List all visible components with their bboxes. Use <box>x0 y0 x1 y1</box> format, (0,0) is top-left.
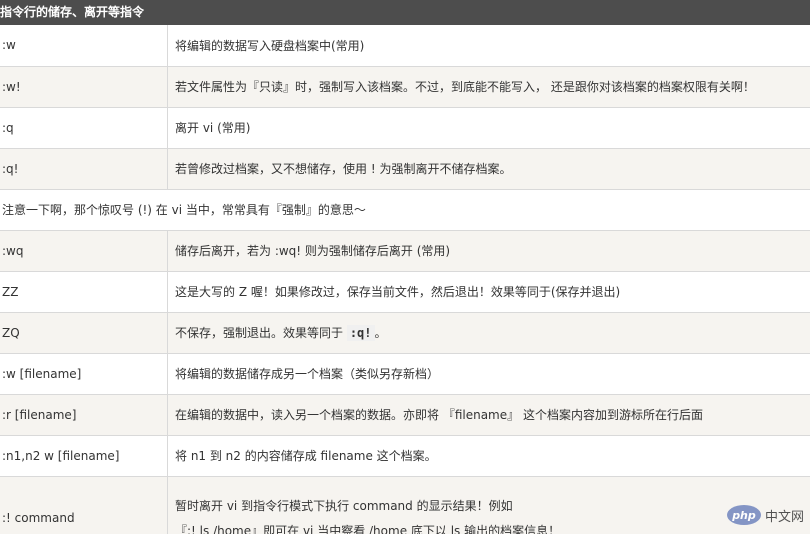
description-cell: 暂时离开 vi 到指令行模式下执行 command 的显示结果！例如 『:! l… <box>167 476 810 534</box>
command-cell: :w [filename] <box>0 353 168 395</box>
table-row: ZZ 这是大写的 Z 喔！如果修改过，保存当前文件，然后退出！效果等同于(保存并… <box>0 271 810 313</box>
table-header: 指令行的储存、离开等指令 <box>0 0 810 25</box>
table-row: :q 离开 vi (常用) <box>0 107 810 149</box>
table-row: :w! 若文件属性为『只读』时，强制写入该档案。不过，到底能不能写入， 还是跟你… <box>0 66 810 108</box>
command-cell: :n1,n2 w [filename] <box>0 435 168 477</box>
description-line-2: 『:! ls /home』即可在 vi 当中察看 /home 底下以 ls 输出… <box>175 523 561 534</box>
table-row: ZQ 不保存，强制退出。效果等同于 :q!。 <box>0 312 810 354</box>
description-cell: 不保存，强制退出。效果等同于 :q!。 <box>167 312 810 354</box>
command-table: :w 将编辑的数据写入硬盘档案中(常用) :w! 若文件属性为『只读』时，强制写… <box>0 25 810 534</box>
page: 指令行的储存、离开等指令 :w 将编辑的数据写入硬盘档案中(常用) :w! 若文… <box>0 0 810 534</box>
table-row: :w 将编辑的数据写入硬盘档案中(常用) <box>0 25 810 67</box>
command-cell: :w! <box>0 66 168 108</box>
description-cell: 将 n1 到 n2 的内容储存成 filename 这个档案。 <box>167 435 810 477</box>
description-cell: 将编辑的数据写入硬盘档案中(常用) <box>167 25 810 67</box>
command-cell: :q! <box>0 148 168 190</box>
table-row: :! command 暂时离开 vi 到指令行模式下执行 command 的显示… <box>0 476 810 534</box>
description-cell: 若曾修改过档案，又不想储存，使用 ! 为强制离开不储存档案。 <box>167 148 810 190</box>
table-row: :r [filename] 在编辑的数据中，读入另一个档案的数据。亦即将 『fi… <box>0 394 810 436</box>
command-cell: ZQ <box>0 312 168 354</box>
description-line-1: 暂时离开 vi 到指令行模式下执行 command 的显示结果！例如 <box>175 498 513 513</box>
command-cell: :w <box>0 25 168 67</box>
command-cell: :q <box>0 107 168 149</box>
table-row: :w [filename] 将编辑的数据储存成另一个档案（类似另存新档） <box>0 353 810 395</box>
description-cell: 这是大写的 Z 喔！如果修改过，保存当前文件，然后退出！效果等同于(保存并退出) <box>167 271 810 313</box>
inline-code: :q! <box>346 325 375 341</box>
command-cell: :wq <box>0 230 168 272</box>
description-cell: 储存后离开，若为 :wq! 则为强制储存后离开 (常用) <box>167 230 810 272</box>
description-cell: 在编辑的数据中，读入另一个档案的数据。亦即将 『filename』 这个档案内容… <box>167 394 810 436</box>
description-text-end: 。 <box>374 326 387 340</box>
note-cell: 注意一下啊，那个惊叹号 (!) 在 vi 当中，常常具有『强制』的意思～ <box>0 189 810 231</box>
php-logo-icon: php <box>726 505 761 525</box>
watermark-text: 中文网 <box>764 509 804 525</box>
description-cell: 将编辑的数据储存成另一个档案（类似另存新档） <box>167 353 810 395</box>
note-row: 注意一下啊，那个惊叹号 (!) 在 vi 当中，常常具有『强制』的意思～ <box>0 189 810 231</box>
description-text: 不保存，强制退出。效果等同于 <box>175 326 347 340</box>
table-row: :n1,n2 w [filename] 将 n1 到 n2 的内容储存成 fil… <box>0 435 810 477</box>
table-row: :wq 储存后离开，若为 :wq! 则为强制储存后离开 (常用) <box>0 230 810 272</box>
description-cell: 离开 vi (常用) <box>167 107 810 149</box>
watermark: php 中文网 <box>726 504 804 526</box>
description-cell: 若文件属性为『只读』时，强制写入该档案。不过，到底能不能写入， 还是跟你对该档案… <box>167 66 810 108</box>
command-cell: ZZ <box>0 271 168 313</box>
table-row: :q! 若曾修改过档案，又不想储存，使用 ! 为强制离开不储存档案。 <box>0 148 810 190</box>
command-cell: :! command <box>0 476 168 534</box>
command-cell: :r [filename] <box>0 394 168 436</box>
